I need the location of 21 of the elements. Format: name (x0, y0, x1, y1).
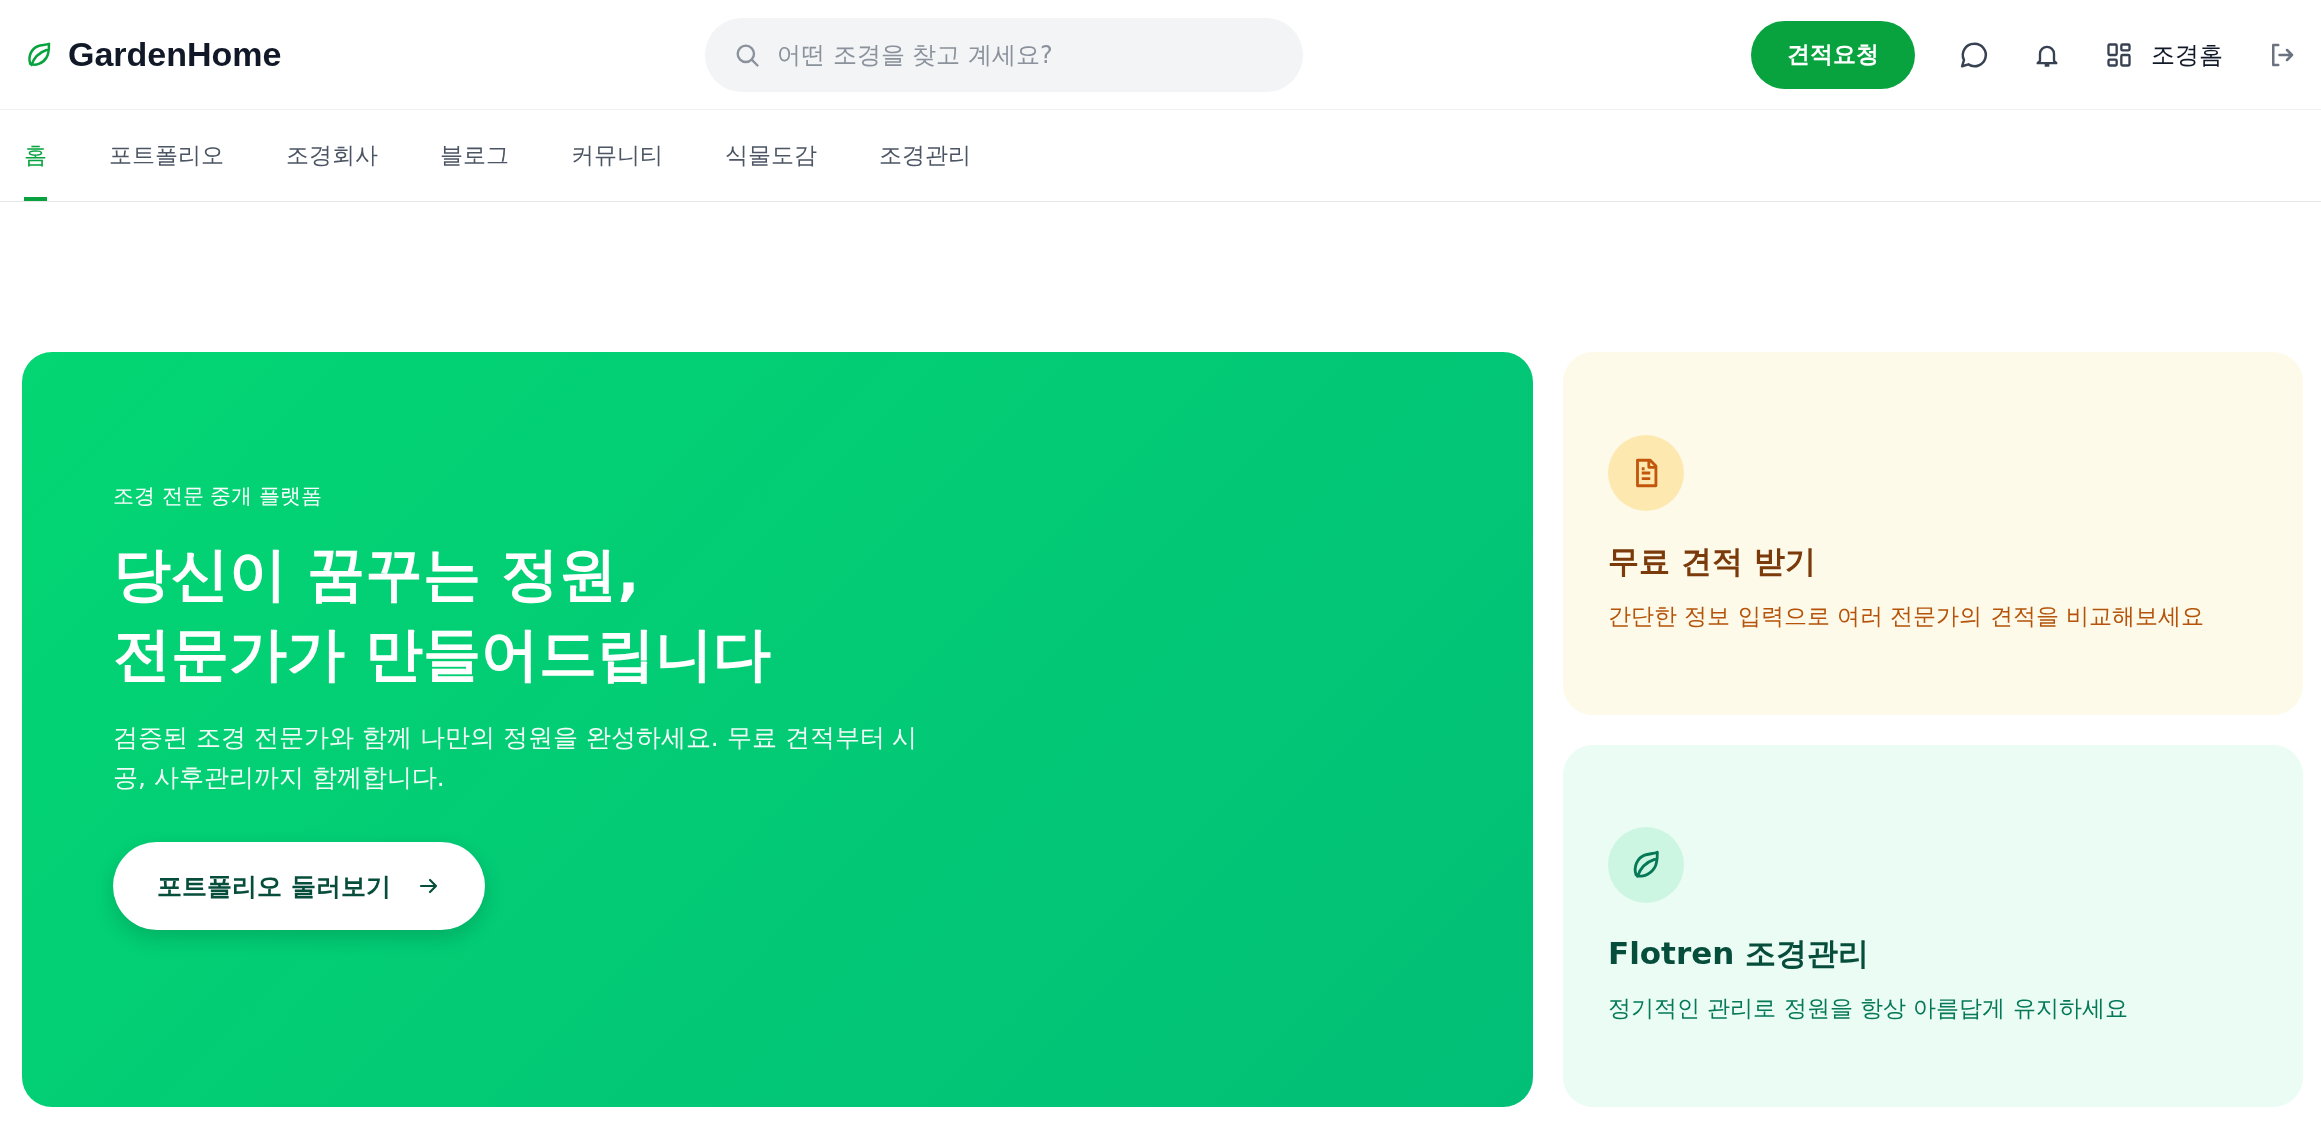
nav-tab[interactable]: 포트폴리오 (109, 110, 224, 201)
user-name[interactable]: 조경홈 (2151, 38, 2223, 71)
card-title: Flotren 조경관리 (1608, 934, 1871, 974)
nav-tab[interactable]: 조경관리 (879, 110, 971, 201)
card-description: 간단한 정보 입력으로 여러 전문가의 견적을 비교해보세요 (1608, 601, 2205, 631)
logo[interactable]: GardenHome (68, 35, 282, 74)
hero-eyebrow: 조경 전문 중개 플랫폼 (113, 483, 324, 510)
feature-card[interactable]: Flotren 조경관리 정기적인 관리로 정원을 항상 아름답게 유지하세요 (1563, 744, 2303, 1107)
chat-icon[interactable] (1959, 39, 1989, 70)
feature-card[interactable]: 무료 견적 받기 간단한 정보 입력으로 여러 전문가의 견적을 비교해보세요 (1563, 352, 2303, 715)
hero-description: 검증된 조경 전문가와 함께 나만의 정원을 완성하세요. 무료 견적부터 시공, 사후관리까지 함께합니다. (113, 722, 919, 794)
card-description: 정기적인 관리로 정원을 항상 아름답게 유지하세요 (1608, 994, 2129, 1024)
nav-tab[interactable]: 블로그 (440, 110, 509, 201)
nav-tab[interactable]: 조경회사 (286, 110, 378, 201)
portfolio-button[interactable]: 포트폴리오 둘러보기 (113, 842, 485, 930)
hero-headline: 당신이 꿈꾸는 정원, 전문가가 만들어드립니다 (113, 539, 773, 690)
nav-tab[interactable]: 커뮤니티 (571, 110, 663, 201)
nav-tab[interactable]: 식물도감 (725, 110, 817, 201)
grid-icon[interactable] (2105, 40, 2133, 69)
card-title: 무료 견적 받기 (1608, 541, 1817, 581)
search-field[interactable]: 어떤 조경을 찾고 계세요? (705, 17, 1303, 92)
